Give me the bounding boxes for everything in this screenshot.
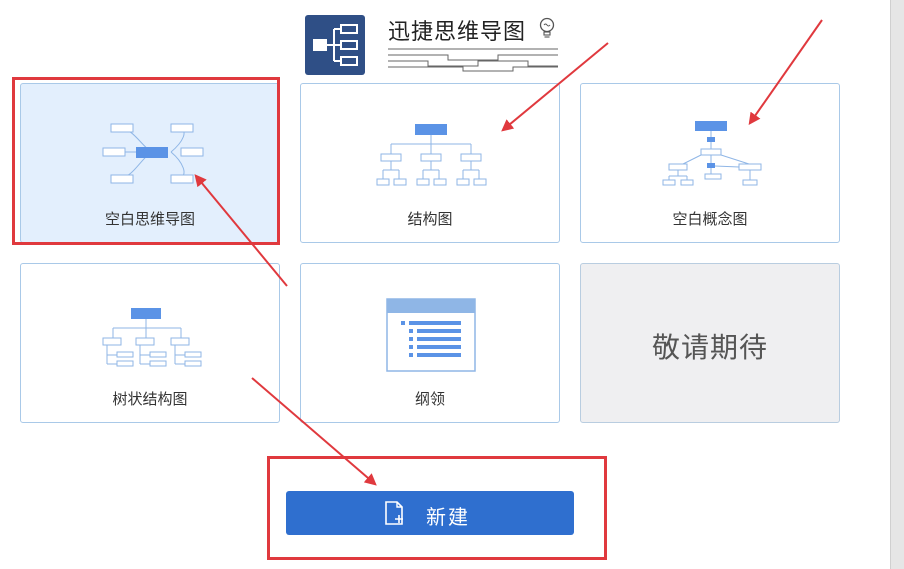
template-card-tree-structure[interactable]: 树状结构图 xyxy=(20,263,280,423)
coming-soon-card: 敬请期待 xyxy=(580,263,840,423)
template-label: 空白概念图 xyxy=(672,210,748,228)
template-label: 纲领 xyxy=(414,390,445,408)
coming-soon-label: 敬请期待 xyxy=(651,331,768,364)
app-title: 迅捷思维导图 xyxy=(388,20,527,45)
scrollbar[interactable] xyxy=(890,0,904,569)
new-button-label: 新建 xyxy=(426,505,470,529)
new-button[interactable]: 新建 xyxy=(286,491,574,535)
app-logo-icon xyxy=(305,15,365,75)
template-picker: 迅捷思维导图 空白思维导图 结构图 空白概念图 树状结构图 纲领 敬请期待 新建 xyxy=(0,0,904,569)
lightbulb-icon xyxy=(539,17,555,38)
template-card-structure[interactable]: 结构图 xyxy=(300,83,560,243)
new-file-icon xyxy=(385,501,403,525)
title-decoration xyxy=(388,48,558,72)
template-label: 结构图 xyxy=(407,210,453,228)
template-label: 空白思维导图 xyxy=(104,210,195,228)
template-card-blank-mindmap[interactable]: 空白思维导图 xyxy=(20,83,280,243)
template-label: 树状结构图 xyxy=(112,390,188,408)
template-card-outline[interactable]: 纲领 xyxy=(300,263,560,423)
template-card-blank-concept-map[interactable]: 空白概念图 xyxy=(580,83,840,243)
